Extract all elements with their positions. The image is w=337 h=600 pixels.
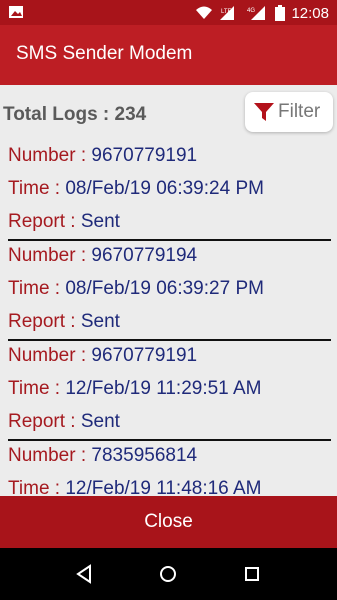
log-report-line: Report : Sent — [8, 311, 120, 333]
time-key: Time : — [8, 178, 66, 199]
log-report-line: Report : Sent — [8, 411, 120, 433]
log-list[interactable]: Number : 9670779191 Time : 08/Feb/19 06:… — [0, 141, 337, 496]
wifi-icon — [196, 6, 213, 19]
report-key: Report : — [8, 411, 81, 432]
log-time-line: Time : 08/Feb/19 06:39:24 PM — [8, 178, 264, 200]
image-icon — [9, 6, 23, 18]
recents-icon[interactable] — [240, 562, 264, 586]
time-value: 12/Feb/19 11:48:16 AM — [65, 478, 262, 496]
close-label: Close — [144, 511, 193, 532]
battery-icon — [275, 5, 286, 21]
signal-4g-icon: 4G — [247, 6, 266, 20]
number-value: 9670779191 — [91, 345, 198, 366]
report-value: Sent — [80, 311, 120, 332]
number-key: Number : — [8, 245, 92, 266]
number-value: 7835956814 — [91, 445, 198, 466]
log-report-line: Report : Sent — [8, 211, 120, 233]
clock: 12:08 — [291, 4, 329, 22]
time-value: 08/Feb/19 06:39:24 PM — [65, 178, 264, 199]
time-key: Time : — [8, 478, 66, 496]
number-key: Number : — [8, 345, 92, 366]
navigation-bar — [0, 548, 337, 600]
filter-label: Filter — [278, 101, 321, 122]
log-time-line: Time : 12/Feb/19 11:29:51 AM — [8, 378, 261, 400]
home-icon[interactable] — [156, 562, 180, 586]
number-value: 9670779194 — [91, 245, 198, 266]
log-entry[interactable]: Number : 9670779191 Time : 08/Feb/19 06:… — [0, 141, 337, 241]
log-number-line: Number : 9670779191 — [8, 345, 197, 367]
log-time-line: Time : 08/Feb/19 06:39:27 PM — [8, 278, 264, 300]
number-key: Number : — [8, 145, 92, 166]
total-logs-label: Total Logs : 234 — [3, 104, 147, 125]
report-key: Report : — [8, 211, 81, 232]
log-panel[interactable]: Total Logs : 234 Filter Number : 9670779… — [0, 85, 337, 496]
time-key: Time : — [8, 278, 66, 299]
status-bar: LTE 4G 12:08 — [0, 0, 337, 25]
number-value: 9670779191 — [91, 145, 198, 166]
number-key: Number : — [8, 445, 92, 466]
time-value: 12/Feb/19 11:29:51 AM — [65, 378, 262, 399]
funnel-icon — [254, 103, 274, 121]
back-icon[interactable] — [72, 562, 96, 586]
report-key: Report : — [8, 311, 81, 332]
log-number-line: Number : 9670779194 — [8, 245, 197, 267]
time-value: 08/Feb/19 06:39:27 PM — [65, 278, 264, 299]
log-number-line: Number : 9670779191 — [8, 145, 197, 167]
app-title: SMS Sender Modem — [16, 43, 193, 64]
log-entry[interactable]: Number : 9670779191 Time : 12/Feb/19 11:… — [0, 341, 337, 441]
signal-label: 4G — [247, 8, 255, 14]
status-icons: LTE 4G 12:08 — [195, 3, 329, 23]
log-time-line: Time : 12/Feb/19 11:48:16 AM — [8, 478, 261, 496]
lte-label: LTE — [221, 9, 232, 15]
close-button[interactable]: Close — [0, 496, 337, 548]
lte-icon: LTE — [220, 6, 235, 20]
report-value: Sent — [80, 211, 120, 232]
app-bar: SMS Sender Modem — [0, 25, 337, 85]
log-entry[interactable]: Number : 7835956814 Time : 12/Feb/19 11:… — [0, 441, 337, 496]
report-value: Sent — [80, 411, 120, 432]
log-entry[interactable]: Number : 9670779194 Time : 08/Feb/19 06:… — [0, 241, 337, 341]
time-key: Time : — [8, 378, 66, 399]
filter-button[interactable]: Filter — [245, 92, 333, 132]
log-number-line: Number : 7835956814 — [8, 445, 197, 467]
